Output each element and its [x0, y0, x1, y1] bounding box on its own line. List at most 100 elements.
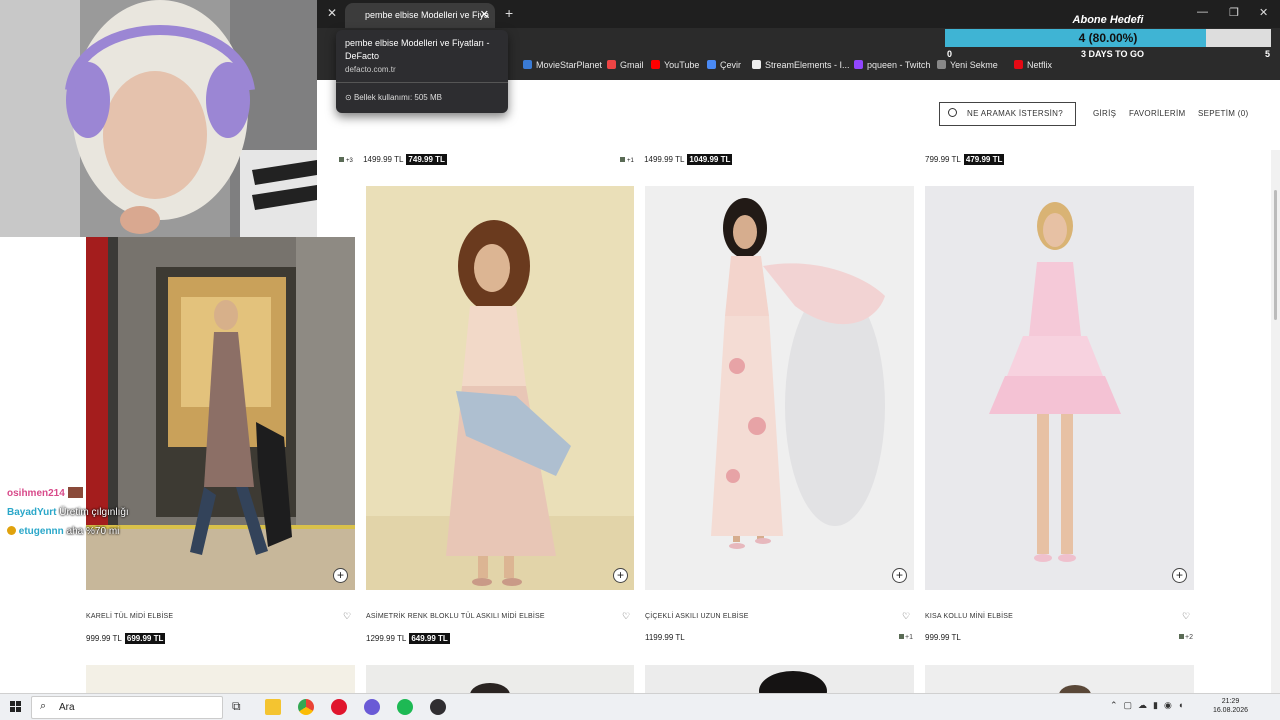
chrome-icon[interactable] [298, 699, 314, 715]
product-name[interactable]: KISA KOLLU MİNİ ELBİSE [925, 613, 1013, 620]
favorite-heart-icon[interactable]: ♡ [622, 611, 630, 622]
old-price: 999.99 TL [86, 634, 122, 643]
product-image[interactable]: + [925, 186, 1194, 590]
sale-price: 649.99 TL [409, 633, 450, 644]
bookmark-moviestarplanet[interactable]: MovieStarPlanet [523, 60, 602, 70]
goal-title: Abone Hedefi [1072, 14, 1144, 26]
chat-message: etugennn aha %70 mi [7, 526, 119, 537]
chat-username: BayadYurt [7, 507, 57, 518]
product-name[interactable]: ÇİÇEKLİ ASKILI UZUN ELBİSE [645, 613, 749, 620]
translate-icon [707, 60, 716, 69]
product-photo-partial [470, 683, 510, 693]
price: 999.99 TL [925, 633, 961, 642]
product-image[interactable]: + [645, 186, 914, 590]
search-input[interactable]: NE ARAMAK İSTERSİN? [939, 102, 1076, 126]
cart-link[interactable]: SEPETİM (0) [1198, 109, 1248, 118]
goal-value: 4 (80.00%) [1078, 31, 1138, 45]
file-explorer-icon[interactable] [265, 699, 281, 715]
webcam-overlay [0, 0, 317, 237]
price-row: 1199.99 TL [645, 633, 688, 642]
scrollbar-thumb[interactable] [1274, 190, 1277, 320]
memory-icon: ⊙ [345, 93, 354, 102]
close-icon[interactable]: ✕ [325, 6, 339, 20]
taskbar-clock[interactable]: 21:29 16.08.2026 [1213, 697, 1248, 715]
bookmark-twitch[interactable]: pqueen - Twitch [854, 60, 930, 70]
goal-progress-bar: 4 (80.00%) [945, 29, 1271, 47]
screen: ✕ pembe elbise Modelleri ve Fiya ✕ + — ❐… [0, 0, 1280, 720]
subscriber-goal-widget: Abone Hedefi 4 (80.00%) 0 3 DAYS TO GO 5 [945, 12, 1271, 62]
bookmark-icon [523, 60, 532, 69]
color-swatch [899, 634, 904, 639]
streamelements-icon [752, 60, 761, 69]
obs-icon[interactable] [430, 699, 446, 715]
sale-price: 699.99 TL [124, 633, 166, 644]
spotify-icon[interactable] [397, 699, 413, 715]
task-view-icon[interactable]: ⧉ [232, 699, 248, 715]
product-image[interactable] [366, 665, 634, 693]
old-price: 1499.99 TL [644, 155, 685, 164]
product-photo-subway [86, 237, 355, 590]
color-swatch [1179, 634, 1184, 639]
product-name[interactable]: KARELİ TÜL MİDİ ELBİSE [86, 613, 173, 620]
price: 1199.99 TL [645, 633, 685, 642]
sale-price: 479.99 TL [963, 154, 1005, 165]
discord-icon[interactable] [364, 699, 380, 715]
old-price: 1299.99 TL [366, 634, 407, 643]
new-tab-icon[interactable]: + [505, 5, 513, 21]
price-row: +1 1499.99 TL 1049.99 TL [620, 154, 733, 165]
browser-tab[interactable]: pembe elbise Modelleri ve Fiya ✕ [345, 3, 495, 28]
youtube-icon [651, 60, 660, 69]
price-row: 1299.99 TL 649.99 TL [366, 633, 450, 644]
add-to-cart-icon[interactable]: + [892, 568, 907, 583]
taskbar-search-input[interactable]: ⌕ Ara [31, 696, 223, 719]
product-image[interactable] [86, 665, 355, 693]
tab-close-icon[interactable]: ✕ [480, 3, 489, 28]
chat-text: Üretim çılgınlığı [59, 507, 129, 518]
color-swatch [620, 157, 625, 162]
divider [336, 82, 508, 83]
old-price: 799.99 TL [925, 155, 961, 164]
system-tray-icons[interactable]: ⌃▢☁▮◉◖ [1110, 700, 1189, 711]
favorites-link[interactable]: FAVORİLERİM [1129, 109, 1186, 118]
price-row: 999.99 TL [925, 633, 964, 642]
search-icon [948, 108, 957, 117]
clock-date: 16.08.2026 [1212, 707, 1248, 714]
bookmark-streamelements[interactable]: StreamElements - I... [752, 60, 850, 70]
swatch-count: +1 [627, 158, 634, 164]
bookmark-cevir[interactable]: Çevir [707, 60, 741, 70]
tab-hover-card: pembe elbise Modelleri ve Fiyatları - De… [336, 30, 508, 113]
twitch-icon [854, 60, 863, 69]
opera-icon[interactable] [331, 699, 347, 715]
chat-message: BayadYurt Üretim çılgınlığı [7, 507, 129, 518]
add-to-cart-icon[interactable]: + [1172, 568, 1187, 583]
page-scrollbar[interactable] [1271, 150, 1280, 693]
swatch-count: +3 [346, 158, 353, 164]
login-link[interactable]: GİRİŞ [1093, 109, 1116, 118]
product-photo-tulle-dress [366, 186, 634, 590]
bookmark-youtube[interactable]: YouTube [651, 60, 699, 70]
favorite-heart-icon[interactable]: ♡ [1182, 611, 1190, 622]
product-name[interactable]: ASİMETRİK RENK BLOKLU TÜL ASKILI MİDİ EL… [366, 613, 545, 620]
goal-end: 5 [1265, 49, 1271, 59]
product-image[interactable]: + [366, 186, 634, 590]
price-row: 799.99 TL 479.99 TL [925, 154, 1005, 165]
add-to-cart-icon[interactable]: + [333, 568, 348, 583]
bookmark-gmail[interactable]: Gmail [607, 60, 644, 70]
chat-username: etugennn [18, 526, 64, 537]
add-to-cart-icon[interactable]: + [613, 568, 628, 583]
left-overlay-area [0, 237, 86, 693]
product-image[interactable]: + [86, 237, 355, 590]
favorite-heart-icon[interactable]: ♡ [902, 611, 910, 622]
product-photo-floral-dress [645, 186, 914, 590]
favorite-heart-icon[interactable]: ♡ [343, 611, 351, 622]
chat-message: osihmen214 [7, 487, 83, 499]
windows-start-icon[interactable] [10, 700, 22, 712]
webcam-feed [0, 0, 317, 237]
price-row: 999.99 TL 699.99 TL [86, 633, 166, 644]
product-photo-partial [759, 671, 827, 693]
search-placeholder: NE ARAMAK İSTERSİN? [967, 109, 1063, 118]
search-icon: ⌕ [40, 700, 47, 712]
product-image[interactable] [925, 665, 1194, 693]
product-photo-partial [1059, 685, 1091, 693]
product-image[interactable] [645, 665, 914, 693]
